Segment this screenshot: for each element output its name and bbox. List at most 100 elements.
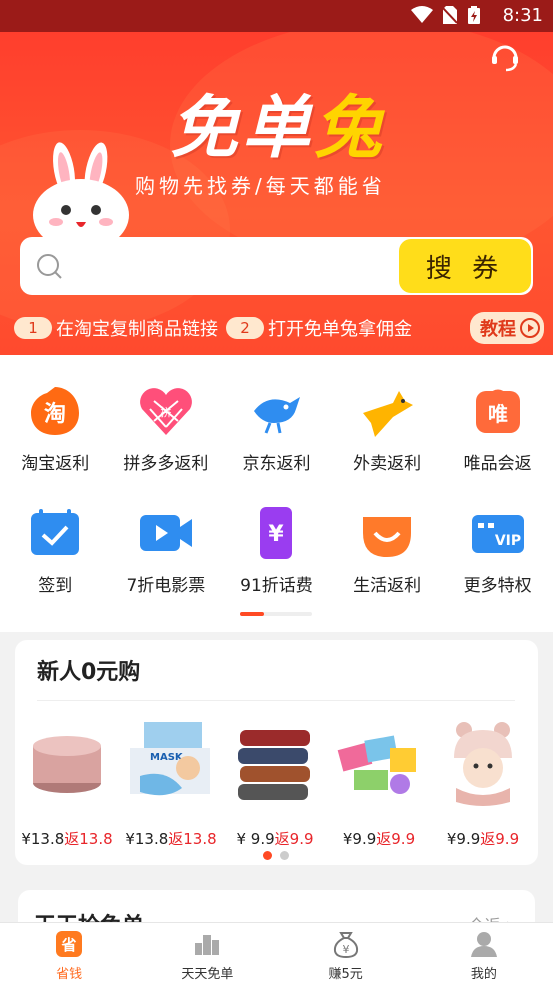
return-amount: 返13.8 xyxy=(168,830,217,848)
section-title: 新人0元购 xyxy=(37,660,141,685)
return-amount: 返13.8 xyxy=(64,830,113,848)
product-card[interactable]: ¥9.9返9.9 xyxy=(327,718,431,849)
product-price: ¥13.8返13.8 xyxy=(21,828,112,849)
movie-icon xyxy=(139,515,192,551)
svg-text:¥: ¥ xyxy=(269,522,285,547)
earn-money-bag-icon: ¥ xyxy=(333,932,358,959)
guide-steps: 1 在淘宝复制商品链接 2 打开免单兔拿佣金 教程 xyxy=(14,312,544,344)
product-price: ¥13.8返13.8 xyxy=(125,828,216,849)
baby-hat-product-image xyxy=(454,722,512,806)
page-indicator-active xyxy=(240,612,264,616)
guide-step-1: 1 在淘宝复制商品链接 xyxy=(14,315,218,341)
life-icon xyxy=(363,517,412,557)
category-grid: 淘 淘宝返利 拼 拼多多返利 京东返利 外卖返利 唯 唯品会返 签到 7折电影票… xyxy=(0,355,553,632)
battery-icon xyxy=(468,6,480,24)
nav-label: 我的 xyxy=(470,967,497,982)
carousel-dot[interactable] xyxy=(280,851,289,860)
divider xyxy=(37,700,515,701)
search-coupon-button[interactable]: 搜 券 xyxy=(399,239,531,293)
nav-earn[interactable]: ¥ 赚5元 xyxy=(277,923,415,983)
category-movie[interactable]: 7折电影票 xyxy=(116,505,216,596)
product-card[interactable]: ¥ 9.9返9.9 xyxy=(223,718,327,849)
search-bar: 搜 券 xyxy=(20,237,533,295)
product-price: ¥ 9.9返9.9 xyxy=(236,828,313,849)
category-label: 淘宝返利 xyxy=(21,454,90,474)
category-row: 签到 7折电影票 ¥ 91折话费 生活返利 VIP 更多特权 xyxy=(0,505,553,596)
vip-card-icon: VIP xyxy=(471,515,524,553)
svg-text:¥: ¥ xyxy=(342,943,349,956)
speaker-product-image xyxy=(33,736,101,793)
guide-step-2: 2 打开免单兔拿佣金 xyxy=(226,315,412,341)
price: ¥ 9.9 xyxy=(236,830,275,848)
carousel-dots xyxy=(263,851,289,860)
category-page-indicator xyxy=(240,612,312,616)
category-phone-bill[interactable]: ¥ 91折话费 xyxy=(226,505,326,596)
category-label: 91折话费 xyxy=(240,576,313,596)
svg-text:拼: 拼 xyxy=(160,405,171,419)
category-label: 签到 xyxy=(38,576,73,596)
customer-service-icon[interactable] xyxy=(487,38,523,74)
wifi-icon xyxy=(411,6,433,23)
category-label: 唯品会返 xyxy=(463,454,532,474)
mask-product-image: MASK xyxy=(130,722,210,796)
nav-daily-free[interactable]: 天天免单 xyxy=(138,923,276,983)
search-icon xyxy=(37,254,62,279)
category-more-privileges[interactable]: VIP 更多特权 xyxy=(448,505,548,596)
no-sim-icon xyxy=(443,6,457,24)
return-amount: 返9.9 xyxy=(480,830,520,848)
return-amount: 返9.9 xyxy=(274,830,314,848)
product-price: ¥9.9返9.9 xyxy=(343,828,415,849)
nav-profile[interactable]: 我的 xyxy=(415,923,553,983)
status-icons xyxy=(411,6,481,24)
category-takeout[interactable]: 外卖返利 xyxy=(337,383,437,474)
foam-blocks-product-image xyxy=(337,735,416,794)
jd-icon xyxy=(254,397,301,434)
status-time: 8:31 xyxy=(502,5,543,26)
carousel-dot-active[interactable] xyxy=(263,851,272,860)
phone-bill-icon: ¥ xyxy=(260,507,293,559)
category-row: 淘 淘宝返利 拼 拼多多返利 京东返利 外卖返利 唯 唯品会返 xyxy=(0,383,553,474)
product-price: ¥9.9返9.9 xyxy=(447,828,519,849)
svg-text:省: 省 xyxy=(61,936,77,954)
tutorial-button[interactable]: 教程 xyxy=(470,312,544,344)
logo-text-main: 免单 xyxy=(170,88,315,168)
search-input[interactable] xyxy=(78,249,398,283)
step-number: 2 xyxy=(226,317,264,339)
category-label: 京东返利 xyxy=(242,454,311,474)
product-list: ¥13.8返13.8 MASK ¥13.8返13.8 ¥ 9.9返9.9 ¥9.… xyxy=(15,718,538,849)
category-life[interactable]: 生活返利 xyxy=(337,505,437,596)
category-taobao[interactable]: 淘 淘宝返利 xyxy=(5,383,105,474)
nav-label: 省钱 xyxy=(56,967,83,982)
category-label: 更多特权 xyxy=(463,576,532,596)
price: ¥13.8 xyxy=(21,830,65,848)
price: ¥13.8 xyxy=(125,830,169,848)
nav-save-money[interactable]: 省 省钱 xyxy=(0,923,138,983)
logo-text-accent: 兔 xyxy=(314,88,387,168)
category-checkin[interactable]: 签到 xyxy=(5,505,105,596)
category-vipshop[interactable]: 唯 唯品会返 xyxy=(448,383,548,474)
step-text: 在淘宝复制商品链接 xyxy=(56,319,218,340)
tutorial-label: 教程 xyxy=(480,319,516,340)
product-card[interactable]: ¥13.8返13.8 xyxy=(15,718,119,849)
newuser-section: 新人0元购 ¥13.8返13.8 MASK ¥13.8返13.8 ¥ 9.9返9… xyxy=(15,640,538,865)
play-arrow-icon xyxy=(520,318,540,338)
category-label: 外卖返利 xyxy=(353,454,422,474)
category-pinduoduo[interactable]: 拼 拼多多返利 xyxy=(116,383,216,474)
taobao-icon: 淘 xyxy=(31,387,80,435)
header-banner: 8:31 免单兔 购物先找券/每天都能省 搜 券 1 在淘宝复制商品链接 2 打… xyxy=(0,0,553,355)
category-jd[interactable]: 京东返利 xyxy=(226,383,326,474)
save-money-icon: 省 xyxy=(56,931,83,957)
takeout-icon xyxy=(363,391,414,437)
return-amount: 返9.9 xyxy=(376,830,416,848)
vipshop-icon: 唯 xyxy=(475,389,520,433)
pinduoduo-icon: 拼 xyxy=(139,388,192,435)
category-label: 7折电影票 xyxy=(126,576,206,596)
price: ¥9.9 xyxy=(342,830,377,848)
status-bar: 8:31 xyxy=(0,0,553,32)
category-label: 拼多多返利 xyxy=(123,454,209,474)
svg-text:唯: 唯 xyxy=(488,402,508,426)
slogan: 购物先找券/每天都能省 xyxy=(135,174,386,198)
product-card[interactable]: MASK ¥13.8返13.8 xyxy=(119,718,223,849)
product-card[interactable]: ¥9.9返9.9 xyxy=(431,718,535,849)
nav-label: 天天免单 xyxy=(181,967,234,982)
